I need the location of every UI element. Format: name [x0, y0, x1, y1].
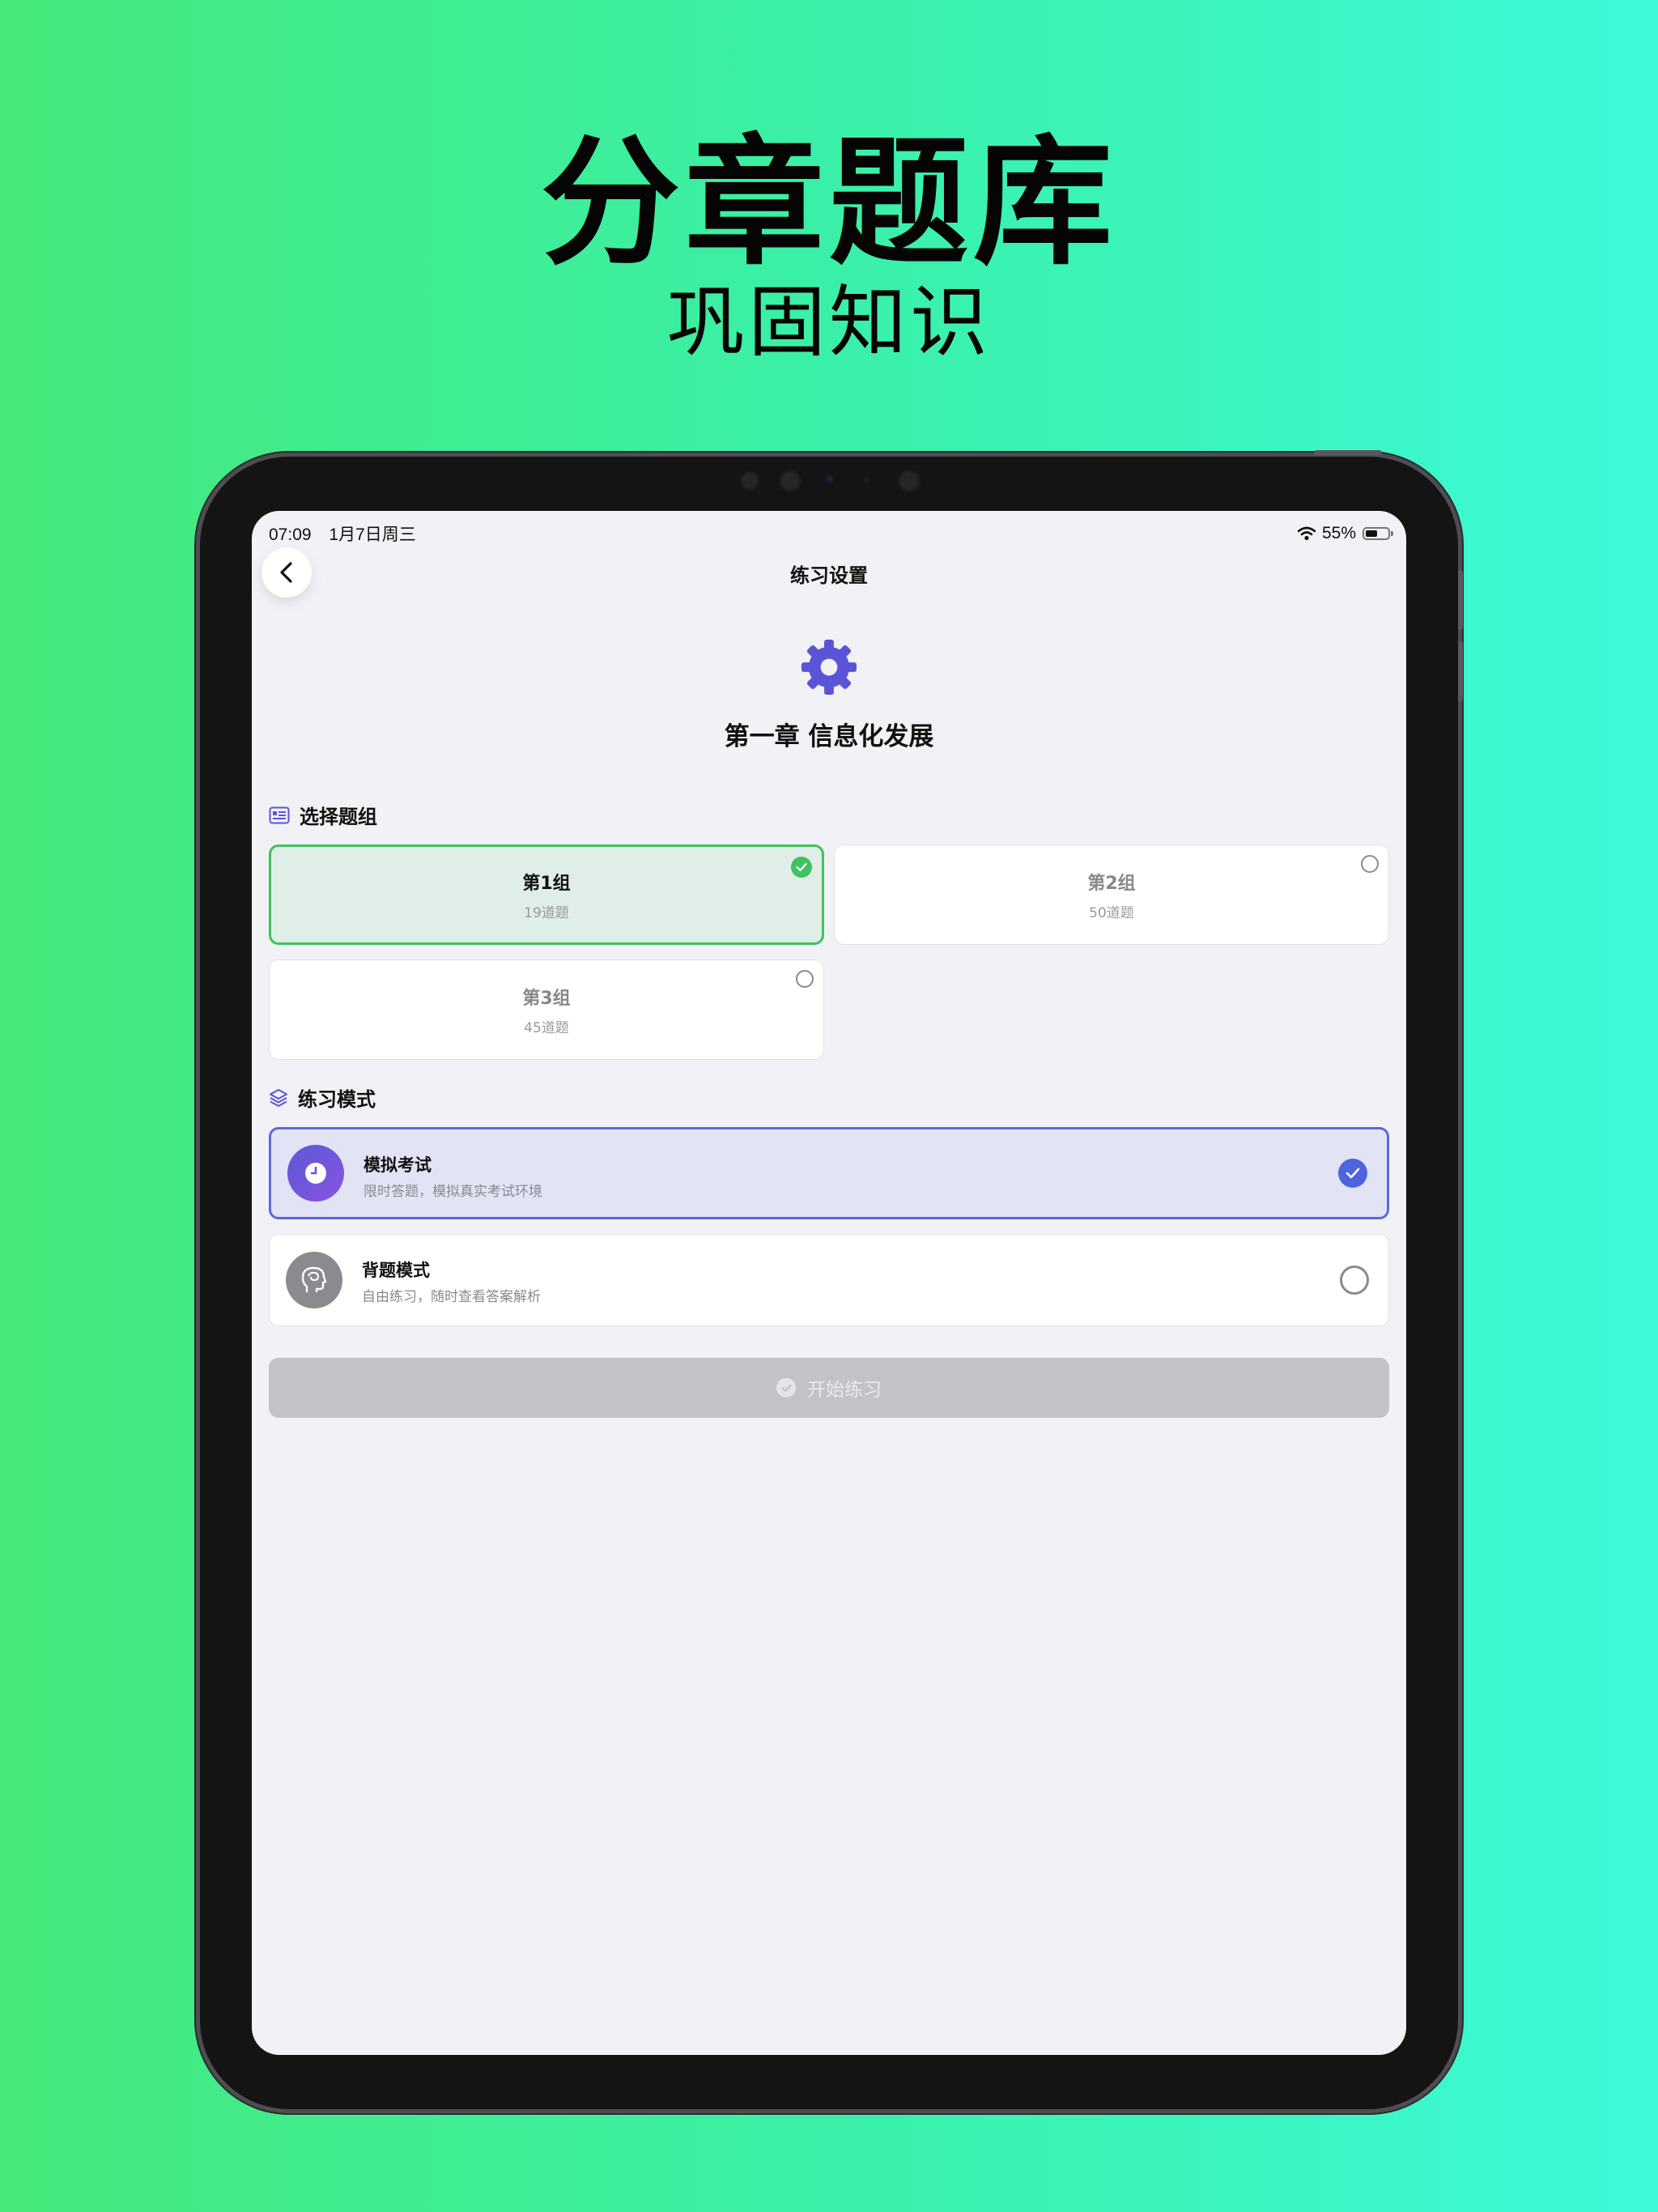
chapter-title: 第一章 信息化发展: [724, 722, 934, 751]
radio-unselected-icon: [1340, 1266, 1369, 1295]
list-icon: [269, 806, 290, 823]
group-section-title: 选择题组: [300, 806, 377, 828]
camera-sensor-icon: [898, 470, 920, 492]
group-count: 50道题: [1089, 904, 1134, 921]
check-circle-icon: [776, 1378, 796, 1397]
start-practice-label: 开始练习: [807, 1380, 882, 1401]
gear-icon: [801, 639, 857, 696]
volume-down-button: [1458, 641, 1463, 701]
radio-unselected-icon: [1361, 855, 1379, 873]
status-bar: 07:09 1月7日周三 55%: [269, 519, 1393, 548]
selected-check-icon: [1338, 1159, 1367, 1188]
group-count: 45道题: [524, 1019, 569, 1036]
battery-percent: 55%: [1321, 524, 1356, 542]
group-card-1[interactable]: 第1组 19道题: [269, 844, 824, 945]
brain-head-icon: [286, 1252, 342, 1308]
top-button: [1314, 450, 1382, 455]
group-card-3[interactable]: 第3组 45道题: [269, 959, 824, 1060]
hero-subtitle: 巩固知识: [667, 277, 991, 368]
volume-up-button: [1458, 570, 1463, 630]
app-screen: 07:09 1月7日周三 55% 练习设置 第一章 信息化发展 选择题组 第1组…: [252, 511, 1406, 2055]
camera-sensor-icon: [863, 477, 869, 483]
group-count: 19道题: [524, 904, 569, 921]
mode-card-exam[interactable]: 模拟考试 限时答题，模拟真实考试环境: [269, 1127, 1389, 1219]
camera-lens-icon: [826, 475, 834, 483]
mode-description: 限时答题，模拟真实考试环境: [363, 1184, 542, 1200]
nav-title: 练习设置: [790, 564, 868, 587]
start-practice-button[interactable]: 开始练习: [269, 1358, 1389, 1418]
status-time: 07:09: [269, 525, 312, 544]
group-section-header: 选择题组: [269, 801, 377, 829]
group-name: 第2组: [1087, 873, 1136, 894]
layers-icon: [270, 1088, 287, 1107]
group-name: 第3组: [522, 988, 571, 1009]
group-card-2[interactable]: 第2组 50道题: [834, 844, 1389, 945]
mode-card-recite[interactable]: 背题模式 自由练习，随时查看答案解析: [269, 1234, 1389, 1326]
group-name: 第1组: [522, 873, 571, 894]
camera-sensor-icon: [740, 471, 759, 491]
radio-unselected-icon: [796, 970, 814, 988]
camera-sensor-icon: [779, 470, 801, 492]
status-date: 1月7日周三: [329, 525, 416, 544]
wifi-icon: [1297, 526, 1316, 541]
clock-icon: [287, 1145, 344, 1202]
mode-section-header: 练习模式: [269, 1083, 376, 1112]
battery-icon: [1363, 527, 1393, 540]
mode-title: 模拟考试: [363, 1155, 432, 1175]
mode-title: 背题模式: [362, 1261, 430, 1280]
hero-title: 分章题库: [541, 121, 1117, 284]
mode-section-title: 练习模式: [298, 1088, 376, 1111]
selected-check-icon: [791, 857, 812, 878]
mode-description: 自由练习，随时查看答案解析: [362, 1289, 541, 1305]
